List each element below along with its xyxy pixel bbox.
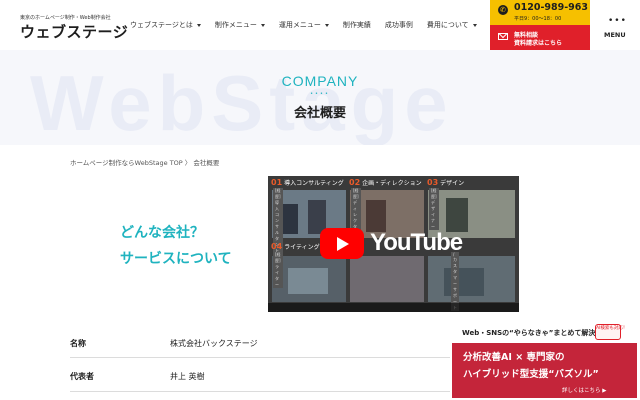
banner-line-2: ハイブリッド型支援“バズソル” [463,369,599,380]
youtube-logo: YouTube [370,229,463,256]
caret-down-icon [324,23,329,27]
banner-top-strip: Web・SNSの“やらなきゃ”まとめて解決！ AI検索も対応！ [452,322,637,343]
tile-title: 企画・ディレクション [362,180,422,187]
tile-tag: [経歴] デザイナー [429,188,439,230]
info-value-representative: 井上 英樹 [170,372,205,381]
nav-label: 運用メニュー [278,21,321,29]
phone-number: 0120-989-963 [514,2,588,13]
info-label-representative: 代表者 [70,372,94,381]
banner-more-link[interactable]: 詳しくはこちら ▶ [562,386,606,394]
document-request-button[interactable]: 無料相談 資料請求はこちら [490,25,590,50]
phone-contact-button[interactable]: ✆ 0120-989-963 平日9：00～18：00 [490,0,590,25]
nav-item-case-studies[interactable]: 成功事例 [385,20,413,30]
tile-title: 導入コンサルティング [284,180,344,187]
logo-tagline: 東京のホームページ制作・Web制作会社 [20,15,111,21]
banner-badge: AI検索も対応！ [595,324,627,340]
menu-button[interactable]: ••• MENU [590,0,640,50]
nav-item-pricing[interactable]: 費用について [427,20,477,30]
request-line-2: 資料請求はこちら [514,40,563,47]
title-dots: •••• [310,91,330,97]
site-logo[interactable]: ウェブステージ [20,21,128,42]
tile-tag: [経歴] ライター [273,252,283,288]
banner-line-1: 分析改善AI × 専門家の [463,352,565,363]
nav-item-operation-menu[interactable]: 運用メニュー [279,20,329,30]
tile-number: 03 [427,178,439,187]
nav-label: ウェブステージとは [130,21,193,29]
play-button[interactable] [320,228,364,259]
divider [70,391,450,392]
youtube-video-embed[interactable]: 01 導入コンサルティング [経歴] 導入コンサルタント 02 企画・ディレクシ… [268,176,519,312]
breadcrumb-current: 会社概要 [193,159,220,167]
nav-label: 制作実績 [342,21,371,29]
tile-title: ライティング [284,244,320,251]
page-title-en: COMPANY [281,73,359,89]
nav-item-production-menu[interactable]: 制作メニュー [215,20,265,30]
breadcrumb-separator: 〉 [184,159,192,167]
caret-down-icon [472,23,477,27]
info-value-name: 株式会社バックステージ [170,339,258,348]
nav-item-works[interactable]: 制作実績 [343,20,371,30]
page-hero: WebStage COMPANY •••• 会社概要 [0,50,640,145]
intro-line-1: どんな会社？ [120,225,204,241]
info-label-name: 名称 [70,339,86,348]
nav-label: 成功事例 [384,21,413,29]
phone-hours: 平日9：00～18：00 [514,16,562,22]
mail-icon [498,33,508,40]
divider [70,357,450,358]
menu-label: MENU [604,31,626,39]
nav-label: 費用について [426,21,469,29]
site-header: 東京のホームページ制作・Web制作会社 ウェブステージ ウェブステージとは 制作… [0,0,640,50]
intro-line-2: サービスについて [120,251,232,267]
tile-number: 02 [349,178,361,187]
page-title: 会社概要 [293,106,346,121]
more-dots-icon: ••• [608,16,627,26]
breadcrumb: ホームページ制作ならWebStage TOP 〉 会社概要 [70,157,219,167]
video-controls-bar[interactable] [268,303,519,312]
nav-item-about[interactable]: ウェブステージとは [130,20,201,30]
global-nav: ウェブステージとは 制作メニュー 運用メニュー 制作実績 成功事例 費用について [130,20,491,30]
tile-title: デザイン [440,180,465,187]
play-icon [337,237,349,251]
breadcrumb-home-link[interactable]: ホームページ制作ならWebStage TOP [70,159,183,167]
promo-banner[interactable]: Web・SNSの“やらなきゃ”まとめて解決！ AI検索も対応！ 分析改善AI ×… [452,322,637,398]
intro-heading: どんな会社？ サービスについて [120,220,232,272]
banner-headline: Web・SNSの“やらなきゃ”まとめて解決！ [462,329,603,337]
phone-icon: ✆ [498,5,508,15]
nav-label: 制作メニュー [214,21,257,29]
tile-number: 04 [271,242,283,251]
caret-down-icon [260,23,265,27]
caret-down-icon [196,23,201,27]
tile-number: 01 [271,178,283,187]
